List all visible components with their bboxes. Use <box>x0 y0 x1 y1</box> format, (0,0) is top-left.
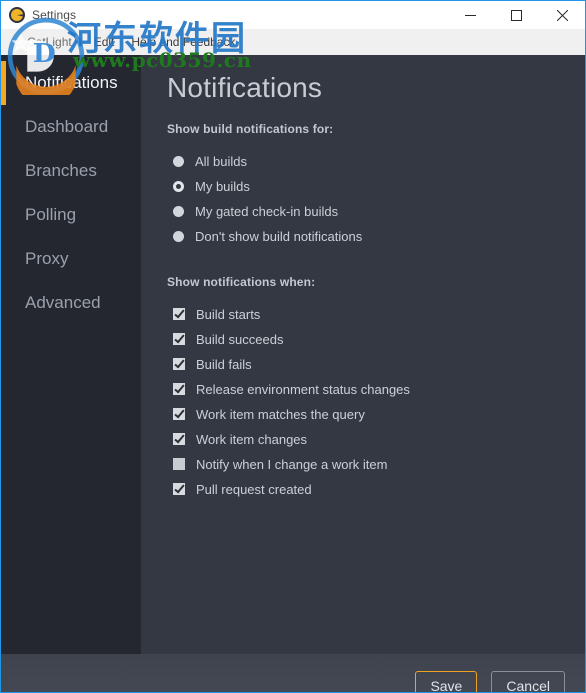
radio-label: My builds <box>195 178 250 194</box>
checkbox-label: Build succeeds <box>196 331 284 347</box>
radio-label: My gated check-in builds <box>195 203 339 219</box>
notifications-when-checkbox-group: Build starts Build succeeds Build fails … <box>167 302 563 502</box>
window-controls <box>447 1 585 29</box>
build-notifications-radio-group: All builds My builds My gated check-in b… <box>167 149 563 249</box>
checkbox-label: Work item changes <box>196 431 308 447</box>
menu-item-catlight[interactable]: CatLight <box>27 35 72 49</box>
sidebar: Notifications Dashboard Branches Polling… <box>1 55 141 654</box>
save-button[interactable]: Save <box>415 670 478 692</box>
title-bar: Settings <box>1 1 585 29</box>
checkbox-option-build-fails[interactable]: Build fails <box>167 352 563 377</box>
settings-content: Notifications Show build notifications f… <box>141 55 585 654</box>
catlight-icon <box>9 7 25 23</box>
checkbox-option-build-starts[interactable]: Build starts <box>167 302 563 327</box>
radio-label: All builds <box>195 153 248 169</box>
window-body: Notifications Dashboard Branches Polling… <box>1 55 585 654</box>
checkbox-icon-checked <box>173 408 185 421</box>
radio-icon <box>173 205 184 217</box>
sidebar-item-label: Polling <box>25 205 77 224</box>
radio-label: Don't show build notifications <box>195 228 363 244</box>
cancel-button[interactable]: Cancel <box>491 670 565 692</box>
checkbox-icon-checked <box>173 358 185 371</box>
sidebar-item-branches[interactable]: Branches <box>1 149 141 193</box>
minimize-icon[interactable] <box>447 1 493 29</box>
close-icon[interactable] <box>539 1 585 29</box>
checkbox-icon-checked <box>173 433 185 446</box>
checkbox-icon-checked <box>173 483 185 496</box>
footer-bar: Save Cancel <box>1 654 585 692</box>
sidebar-item-label: Branches <box>25 161 97 180</box>
checkbox-label: Release environment status changes <box>196 381 410 397</box>
checkbox-option-work-item-matches-the-query[interactable]: Work item matches the query <box>167 402 563 427</box>
checkbox-option-pull-request-created[interactable]: Pull request created <box>167 477 563 502</box>
sidebar-item-advanced[interactable]: Advanced <box>1 281 141 325</box>
notifications-when-heading: Show notifications when: <box>167 274 316 289</box>
sidebar-item-label: Proxy <box>25 249 69 268</box>
radio-option-my-gated-checkin-builds[interactable]: My gated check-in builds <box>167 199 563 224</box>
checkbox-label: Work item matches the query <box>196 406 365 422</box>
sidebar-item-proxy[interactable]: Proxy <box>1 237 141 281</box>
checkbox-icon-checked <box>173 383 185 396</box>
checkbox-option-release-environment-status-changes[interactable]: Release environment status changes <box>167 377 563 402</box>
radio-icon-selected <box>173 180 184 192</box>
menu-bar: CatLight Edit Help and Feedback <box>1 29 585 55</box>
checkbox-icon-unchecked <box>173 458 185 471</box>
sidebar-item-dashboard[interactable]: Dashboard <box>1 105 141 149</box>
sidebar-item-label: Dashboard <box>25 117 109 136</box>
checkbox-label: Build fails <box>196 356 252 372</box>
radio-option-dont-show-build-notifications[interactable]: Don't show build notifications <box>167 224 563 249</box>
build-notifications-heading: Show build notifications for: <box>167 121 334 136</box>
checkbox-option-work-item-changes[interactable]: Work item changes <box>167 427 563 452</box>
checkbox-option-notify-when-i-change-a-work-item[interactable]: Notify when I change a work item <box>167 452 563 477</box>
radio-icon <box>173 230 184 242</box>
checkbox-label: Notify when I change a work item <box>196 456 388 472</box>
checkbox-label: Build starts <box>196 306 261 322</box>
sidebar-item-notifications[interactable]: Notifications <box>1 61 141 105</box>
checkbox-icon-checked <box>173 333 185 346</box>
checkbox-option-build-succeeds[interactable]: Build succeeds <box>167 327 563 352</box>
maximize-icon[interactable] <box>493 1 539 29</box>
sidebar-item-label: Notifications <box>25 73 118 92</box>
menu-item-edit[interactable]: Edit <box>94 35 115 49</box>
radio-option-my-builds[interactable]: My builds <box>167 174 563 199</box>
checkbox-icon-checked <box>173 308 185 321</box>
page-title: Notifications <box>167 72 323 103</box>
menu-item-help-and-feedback[interactable]: Help and Feedback <box>131 35 235 49</box>
sidebar-item-label: Advanced <box>25 293 101 312</box>
sidebar-item-polling[interactable]: Polling <box>1 193 141 237</box>
checkbox-label: Pull request created <box>196 481 312 497</box>
radio-icon <box>173 155 184 167</box>
radio-option-all-builds[interactable]: All builds <box>167 149 563 174</box>
settings-window: Settings CatLight Edit Help and Feedback… <box>0 0 586 693</box>
window-title: Settings <box>32 8 77 22</box>
